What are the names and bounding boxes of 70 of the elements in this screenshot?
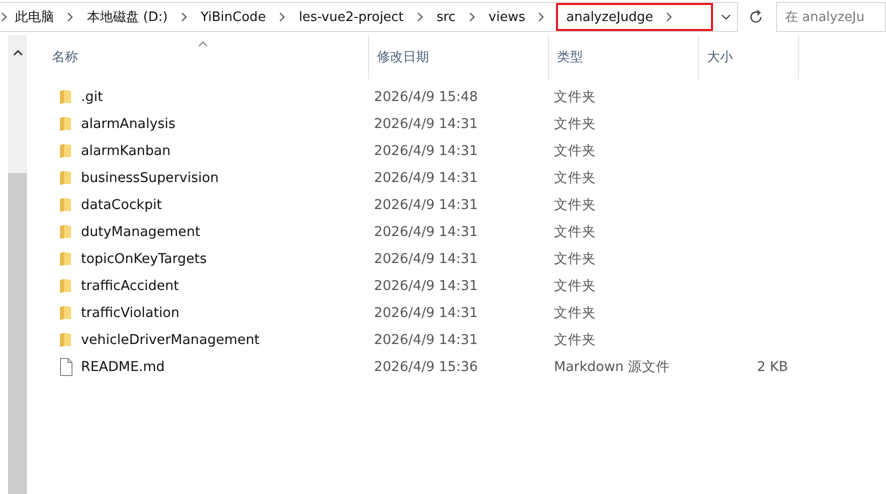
column-header[interactable]: 名称 bbox=[36, 35, 369, 79]
modified-date: 2026/4/9 14:31 bbox=[373, 278, 479, 294]
modified-date: 2026/4/9 14:31 bbox=[373, 332, 479, 348]
chevron-icon[interactable] bbox=[278, 12, 285, 22]
breadcrumb-item[interactable]: views bbox=[488, 10, 526, 24]
dropdown-caret-icon[interactable] bbox=[721, 14, 732, 20]
file-type: 文件夹 bbox=[553, 330, 597, 348]
scrollbar[interactable] bbox=[8, 35, 27, 494]
column-header[interactable]: 修改日期 bbox=[369, 35, 549, 79]
modified-date: 2026/4/9 14:31 bbox=[373, 142, 479, 158]
breadcrumb-item[interactable]: YiBinCode bbox=[200, 10, 266, 24]
file-name[interactable]: trafficAccident bbox=[81, 278, 179, 294]
document-icon bbox=[58, 358, 74, 376]
folder-icon bbox=[58, 276, 74, 294]
folder-icon bbox=[58, 222, 74, 240]
modified-date: 2026/4/9 14:31 bbox=[373, 196, 479, 212]
file-name[interactable]: dataCockpit bbox=[81, 196, 162, 212]
file-type: 文件夹 bbox=[553, 250, 597, 268]
file-type: 文件夹 bbox=[553, 88, 597, 106]
modified-date: 2026/4/9 14:31 bbox=[373, 224, 479, 240]
folder-icon bbox=[58, 330, 74, 348]
file-name[interactable]: alarmKanban bbox=[81, 142, 171, 158]
chevron-icon[interactable] bbox=[1, 12, 7, 22]
file-name[interactable]: .git bbox=[81, 88, 103, 104]
file-type: 文件夹 bbox=[553, 304, 597, 322]
modified-date: 2026/4/9 14:31 bbox=[373, 116, 479, 132]
breadcrumb-item[interactable]: analyzeJudge bbox=[566, 10, 654, 24]
breadcrumb-item[interactable]: 此电脑 bbox=[15, 8, 54, 26]
chevron-icon[interactable] bbox=[67, 12, 73, 22]
chevron-icon[interactable] bbox=[468, 12, 475, 22]
chevron-icon[interactable] bbox=[538, 12, 544, 22]
file-name[interactable]: alarmAnalysis bbox=[81, 116, 176, 132]
folder-icon bbox=[58, 168, 74, 186]
modified-date: 2026/4/9 14:31 bbox=[373, 304, 479, 320]
modified-date: 2026/4/9 14:31 bbox=[373, 170, 479, 186]
address-bar[interactable]: 此电脑 本地磁盘 (D:) YiBinCode les-vue2-project src views analyzeJudge bbox=[0, 2, 738, 32]
file-name[interactable]: trafficViolation bbox=[81, 304, 180, 320]
file-type: 文件夹 bbox=[553, 142, 597, 160]
folder-icon bbox=[58, 196, 74, 214]
search-field[interactable]: 在 analyzeJu bbox=[776, 2, 886, 32]
file-name[interactable]: dutyManagement bbox=[81, 224, 200, 240]
file-type: 文件夹 bbox=[553, 222, 597, 240]
scrollbar-thumb[interactable] bbox=[8, 173, 27, 494]
file-name[interactable]: README.md bbox=[81, 358, 165, 374]
folder-icon bbox=[58, 304, 74, 322]
file-type: 文件夹 bbox=[553, 276, 597, 294]
refresh-icon[interactable] bbox=[748, 9, 764, 25]
chevron-icon[interactable] bbox=[416, 12, 423, 22]
folder-icon bbox=[58, 88, 74, 106]
breadcrumb-item[interactable]: 本地磁盘 (D:) bbox=[87, 8, 168, 26]
folder-icon bbox=[58, 114, 74, 132]
column-header[interactable]: 类型 bbox=[549, 35, 699, 79]
file-name[interactable]: businessSupervision bbox=[81, 170, 219, 186]
file-type: 文件夹 bbox=[553, 114, 597, 132]
modified-date: 2026/4/9 15:48 bbox=[373, 88, 479, 104]
chevron-icon[interactable] bbox=[666, 12, 672, 22]
chevron-icon[interactable] bbox=[180, 12, 187, 22]
file-name[interactable]: topicOnKeyTargets bbox=[81, 250, 207, 266]
file-type: Markdown 源文件 bbox=[553, 358, 672, 376]
file-type: 文件夹 bbox=[553, 196, 597, 214]
modified-date: 2026/4/9 14:31 bbox=[373, 250, 479, 266]
folder-icon bbox=[58, 250, 74, 268]
file-name[interactable]: vehicleDriverManagement bbox=[81, 332, 260, 348]
modified-date: 2026/4/9 15:36 bbox=[373, 358, 479, 374]
file-size: 2 KB bbox=[757, 358, 788, 374]
breadcrumb-item[interactable]: src bbox=[436, 10, 456, 24]
file-type: 文件夹 bbox=[553, 168, 597, 186]
folder-icon bbox=[58, 142, 74, 160]
column-header[interactable]: 大小 bbox=[699, 35, 799, 79]
breadcrumb-item[interactable]: les-vue2-project bbox=[298, 10, 404, 24]
